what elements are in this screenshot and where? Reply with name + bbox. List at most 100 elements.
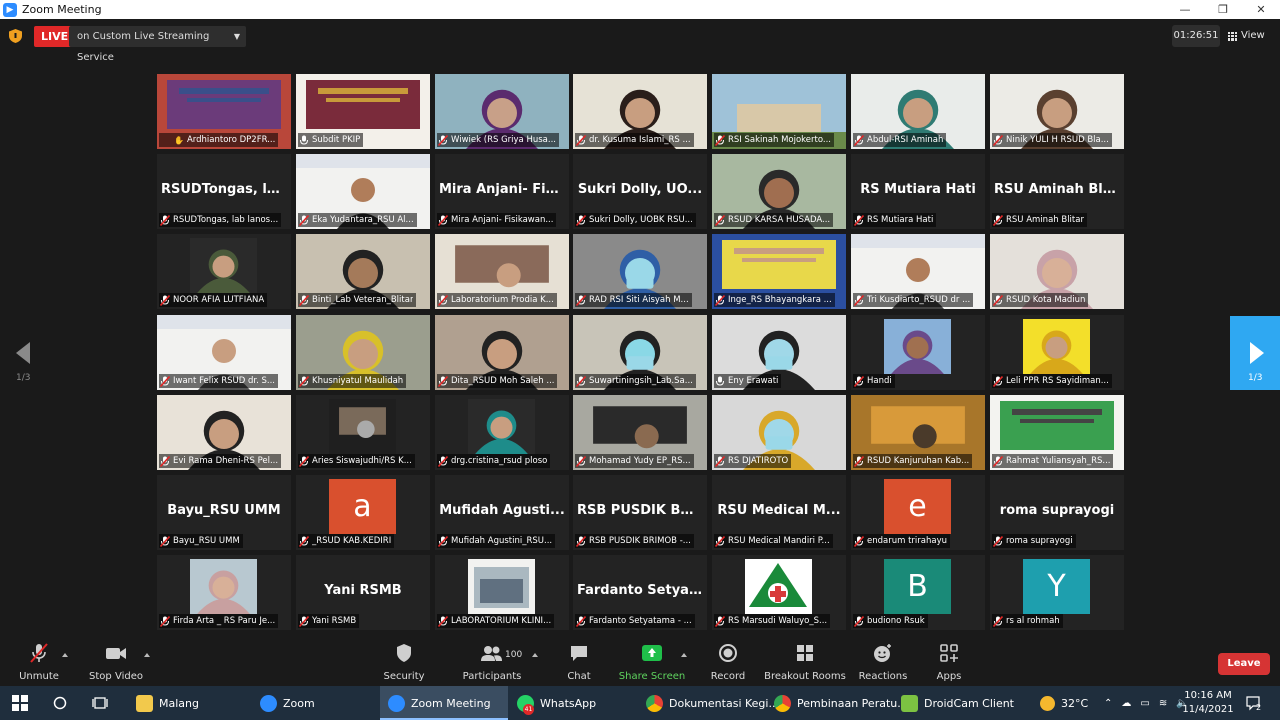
search-button[interactable] — [53, 686, 67, 720]
taskbar-item-droidcam[interactable]: DroidCam Client — [897, 686, 1019, 720]
task-view-icon — [92, 697, 108, 709]
participant-name-label: RSUDTongas, lab lanos... — [159, 213, 282, 227]
view-button[interactable]: View — [1228, 25, 1265, 47]
participant-tile[interactable]: NOOR AFIA LUTFIANA — [157, 234, 291, 309]
participant-tile[interactable]: RSU Medical M... RSU Medical Mandiri P... — [712, 475, 846, 550]
participant-tile[interactable]: Leli PPR RS Sayidiman... — [990, 315, 1124, 390]
participant-tile[interactable]: RAD RSI Siti Aisyah M... — [573, 234, 707, 309]
participants-button[interactable]: Participants — [462, 642, 522, 684]
participant-tile[interactable]: Mira Anjani- Fis... Mira Anjani- Fisikawa… — [435, 154, 569, 229]
start-button[interactable] — [12, 686, 28, 720]
participant-tile[interactable]: Mohamad Yudy EP_RS... — [573, 395, 707, 470]
share-screen-button[interactable]: Share Screen — [619, 642, 685, 684]
unmute-button[interactable]: Unmute — [19, 642, 59, 684]
apps-button[interactable]: Apps — [934, 642, 964, 684]
participants-options-caret[interactable] — [532, 653, 538, 657]
participant-tile[interactable]: Bayu_RSU UMM Bayu_RSU UMM — [157, 475, 291, 550]
minimize-button[interactable]: — — [1166, 0, 1204, 19]
taskbar-item-pembinaan[interactable]: Pembinaan Peratu... — [770, 686, 908, 720]
participant-name-label: Khusniyatul Maulidah — [298, 374, 407, 388]
participant-tile[interactable]: Inge_RS Bhayangkara ... — [712, 234, 846, 309]
participant-tile[interactable]: Firda Arta _ RS Paru Je... — [157, 555, 291, 630]
participant-tile[interactable]: RSI Sakinah Mojokerto... — [712, 74, 846, 149]
participant-tile[interactable]: drg.cristina_rsud ploso — [435, 395, 569, 470]
participant-tile[interactable]: dr. Kusuma Islami_RS ... — [573, 74, 707, 149]
participant-tile[interactable]: RSUDTongas, la... RSUDTongas, lab lanos..… — [157, 154, 291, 229]
participant-tile[interactable]: Mufidah Agusti... Mufidah Agustini_RSU... — [435, 475, 569, 550]
participant-tile[interactable]: Yani RSMB Yani RSMB — [296, 555, 430, 630]
chevron-up-icon[interactable]: ⌃ — [1104, 698, 1112, 709]
reactions-button[interactable]: Reactions — [858, 642, 908, 684]
cloud-icon[interactable]: ☁ — [1121, 698, 1131, 709]
security-button[interactable]: Security — [383, 642, 425, 684]
taskbar-label: Malang — [159, 696, 199, 710]
participant-tile[interactable]: RS DJATIROTO — [712, 395, 846, 470]
wifi-icon[interactable]: ≋ — [1159, 698, 1167, 709]
participant-tile[interactable]: RS Marsudi Waluyo_S... — [712, 555, 846, 630]
participant-tile[interactable]: Evi Rama Dheni-RS Pel... — [157, 395, 291, 470]
participant-tile[interactable]: Fardanto Setyat... Fardanto Setyatama - .… — [573, 555, 707, 630]
participant-name: Abdul-RSI Aminah — [867, 135, 944, 145]
weather-widget[interactable]: 32°C — [1040, 686, 1088, 720]
taskbar-item-zoom[interactable]: Zoom — [256, 686, 372, 720]
participant-tile[interactable]: Sukri Dolly, UO... Sukri Dolly, UOBK RSU.… — [573, 154, 707, 229]
participant-tile[interactable]: roma suprayogi roma suprayogi — [990, 475, 1124, 550]
leave-button[interactable]: Leave — [1218, 653, 1270, 675]
previous-page-button[interactable]: 1/3 — [8, 336, 40, 392]
participant-tile[interactable]: Eny Erawati — [712, 315, 846, 390]
close-window-button[interactable]: ✕ — [1242, 0, 1280, 19]
chat-button[interactable]: Chat — [565, 642, 593, 684]
participant-tile[interactable]: LABORATORIUM KLINI... — [435, 555, 569, 630]
maximize-button[interactable]: ❐ — [1204, 0, 1242, 19]
participant-tile[interactable]: a _RSUD KAB.KEDIRI — [296, 475, 430, 550]
audio-options-caret[interactable] — [62, 653, 68, 657]
participant-tile[interactable]: RSUD Kanjuruhan Kab... — [851, 395, 985, 470]
muted-microphone-icon — [576, 615, 586, 627]
participant-tile[interactable]: Iwant Felix RSUD dr. S... — [157, 315, 291, 390]
participant-tile[interactable]: Suwartiningsih_Lab.Sa... — [573, 315, 707, 390]
battery-icon[interactable]: ▭ — [1140, 698, 1149, 709]
share-options-caret[interactable] — [681, 653, 687, 657]
taskbar-item-zoom-meeting[interactable]: Zoom Meeting — [380, 686, 508, 720]
live-streaming-dropdown[interactable]: on Custom Live Streaming Service ▼ — [69, 26, 246, 63]
muted-microphone-icon — [160, 375, 170, 387]
participant-tile[interactable]: Bbudiono Rsuk — [851, 555, 985, 630]
taskbar-item-dokumentasi[interactable]: Dokumentasi Kegi... — [642, 686, 779, 720]
participant-tile[interactable]: Tri Kusdiarto_RSUD dr ... — [851, 234, 985, 309]
next-page-button[interactable]: 1/3 — [1230, 316, 1280, 390]
video-options-caret[interactable] — [144, 653, 150, 657]
muted-microphone-icon — [854, 134, 864, 146]
participant-tile[interactable]: Wiwiek (RS Griya Husa... — [435, 74, 569, 149]
participant-tile[interactable]: Binti_Lab Veteran_Blitar — [296, 234, 430, 309]
participant-tile[interactable]: e endarum trirahayu — [851, 475, 985, 550]
participant-tile[interactable]: RSB PUSDIK BRI... RSB PUSDIK BRIMOB -... — [573, 475, 707, 550]
participant-tile[interactable]: Subdit PKIP — [296, 74, 430, 149]
participant-tile[interactable]: RSU Aminah Bli... RSU Aminah Blitar — [990, 154, 1124, 229]
task-view-button[interactable] — [92, 686, 108, 720]
system-clock[interactable]: 10:16 AM 11/4/2021 — [1180, 689, 1236, 717]
participant-tile[interactable]: Yrs al rohmah — [990, 555, 1124, 630]
record-button[interactable]: Record — [708, 642, 748, 684]
participant-name-label: Eka Yudantara_RSU Al... — [298, 213, 417, 227]
encryption-shield-icon[interactable] — [9, 29, 22, 43]
participant-tile[interactable]: ✋ Ardhiantoro DP2FR... — [157, 74, 291, 149]
participant-tile[interactable]: RS Mutiara Hati RS Mutiara Hati — [851, 154, 985, 229]
participant-tile[interactable]: Dita_RSUD Moh Saleh ... — [435, 315, 569, 390]
participant-tile[interactable]: Aries Siswajudhi/RS K... — [296, 395, 430, 470]
participant-tile[interactable]: Abdul-RSI Aminah — [851, 74, 985, 149]
taskbar-item-malang[interactable]: Malang — [132, 686, 250, 720]
participant-tile[interactable]: Handi — [851, 315, 985, 390]
participant-tile[interactable]: RSUD KARSA HUSADA... — [712, 154, 846, 229]
muted-microphone-icon — [993, 375, 1003, 387]
taskbar-item-whatsapp[interactable]: WhatsApp — [513, 686, 637, 720]
participant-tile[interactable]: Ninik YULI H RSUD Bla... — [990, 74, 1124, 149]
notification-center-button[interactable]: 2 — [1245, 686, 1261, 720]
participant-tile[interactable]: Rahmat Yuliansyah_RS... — [990, 395, 1124, 470]
participant-tile[interactable]: Eka Yudantara_RSU Al... — [296, 154, 430, 229]
participant-tile[interactable]: Khusniyatul Maulidah — [296, 315, 430, 390]
breakout-rooms-button[interactable]: Breakout Rooms — [764, 642, 846, 684]
participant-tile[interactable]: RSUD Kota Madiun — [990, 234, 1124, 309]
stop-video-button[interactable]: Stop Video — [89, 642, 143, 684]
folder-icon — [136, 694, 153, 712]
participant-tile[interactable]: Laboratorium Prodia K... — [435, 234, 569, 309]
